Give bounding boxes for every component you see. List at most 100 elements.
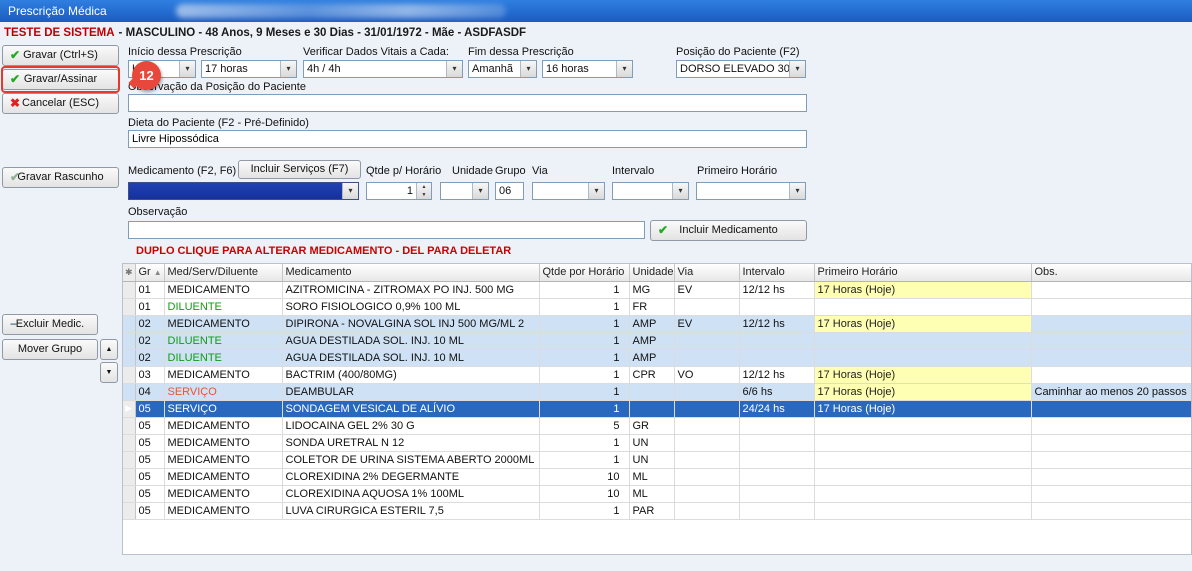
primeiro-horario-combo[interactable]: ▾	[696, 182, 806, 200]
cell-obs[interactable]	[1031, 502, 1192, 519]
cell-medicamento[interactable]: CLOREXIDINA 2% DEGERMANTE	[282, 468, 539, 485]
cell-via[interactable]: EV	[674, 315, 739, 332]
cell-unidade[interactable]	[629, 400, 674, 417]
row-indicator[interactable]: ▶	[123, 400, 135, 417]
row-indicator[interactable]	[123, 281, 135, 298]
grid-row[interactable]: 02DILUENTEAGUA DESTILADA SOL. INJ. 10 ML…	[123, 349, 1192, 366]
cell-medicamento[interactable]: DIPIRONA - NOVALGINA SOL INJ 500 MG/ML 2	[282, 315, 539, 332]
chevron-down-icon[interactable]: ▾	[616, 61, 632, 77]
cell-via[interactable]	[674, 383, 739, 400]
cell-qtde-por-horario[interactable]: 1	[539, 315, 629, 332]
cell-unidade[interactable]: AMP	[629, 349, 674, 366]
cell-intervalo[interactable]	[739, 349, 814, 366]
column-header-via[interactable]: Via	[674, 264, 739, 281]
grid-row[interactable]: 05MEDICAMENTOLIDOCAINA GEL 2% 30 G5GR	[123, 417, 1192, 434]
cell-qtde-por-horario[interactable]: 10	[539, 468, 629, 485]
cell-via[interactable]	[674, 451, 739, 468]
cell-intervalo[interactable]: 6/6 hs	[739, 383, 814, 400]
grupo-field[interactable]: 06	[495, 182, 524, 200]
cell-qtde-por-horario[interactable]: 1	[539, 332, 629, 349]
grid-row[interactable]: 02DILUENTEAGUA DESTILADA SOL. INJ. 10 ML…	[123, 332, 1192, 349]
cell-intervalo[interactable]	[739, 298, 814, 315]
cell-qtde-por-horario[interactable]: 5	[539, 417, 629, 434]
cell-unidade[interactable]: MG	[629, 281, 674, 298]
cell-tipo[interactable]: DILUENTE	[164, 298, 282, 315]
chevron-down-icon[interactable]: ▾	[672, 183, 688, 199]
cell-primeiro-horario[interactable]: 17 Horas (Hoje)	[814, 383, 1031, 400]
cell-via[interactable]	[674, 298, 739, 315]
cell-grupo[interactable]: 03	[135, 366, 164, 383]
cell-obs[interactable]	[1031, 485, 1192, 502]
cell-via[interactable]: EV	[674, 281, 739, 298]
cell-primeiro-horario[interactable]: 17 Horas (Hoje)	[814, 281, 1031, 298]
incluir-medicamento-button[interactable]: ✔ Incluir Medicamento	[650, 220, 807, 241]
cell-qtde-por-horario[interactable]: 1	[539, 349, 629, 366]
cell-grupo[interactable]: 05	[135, 502, 164, 519]
row-indicator[interactable]	[123, 468, 135, 485]
cell-unidade[interactable]: ML	[629, 485, 674, 502]
column-header-medicamento[interactable]: Medicamento	[282, 264, 539, 281]
cell-grupo[interactable]: 01	[135, 281, 164, 298]
cell-medicamento[interactable]: SONDA URETRAL N 12	[282, 434, 539, 451]
gravar-button[interactable]: ✔ Gravar (Ctrl+S)	[2, 45, 119, 66]
grid-row[interactable]: 04SERVIÇODEAMBULAR16/6 hs17 Horas (Hoje)…	[123, 383, 1192, 400]
cell-medicamento[interactable]: CLOREXIDINA AQUOSA 1% 100ML	[282, 485, 539, 502]
cell-medicamento[interactable]: LIDOCAINA GEL 2% 30 G	[282, 417, 539, 434]
chevron-down-icon[interactable]: ▾	[789, 183, 805, 199]
row-indicator[interactable]	[123, 315, 135, 332]
incluir-servicos-button[interactable]: Incluir Serviços (F7)	[238, 160, 361, 179]
grid-row[interactable]: 05MEDICAMENTOSONDA URETRAL N 121UN	[123, 434, 1192, 451]
cell-obs[interactable]	[1031, 451, 1192, 468]
cell-via[interactable]: VO	[674, 366, 739, 383]
cell-medicamento[interactable]: AGUA DESTILADA SOL. INJ. 10 ML	[282, 349, 539, 366]
cell-intervalo[interactable]	[739, 434, 814, 451]
cell-qtde-por-horario[interactable]: 1	[539, 451, 629, 468]
cell-obs[interactable]	[1031, 417, 1192, 434]
cell-obs[interactable]	[1031, 332, 1192, 349]
column-header-unidade[interactable]: Unidade	[629, 264, 674, 281]
spinner-up-icon[interactable]: ▲	[417, 183, 431, 191]
cell-medicamento[interactable]: AGUA DESTILADA SOL. INJ. 10 ML	[282, 332, 539, 349]
cell-tipo[interactable]: MEDICAMENTO	[164, 315, 282, 332]
cell-tipo[interactable]: MEDICAMENTO	[164, 434, 282, 451]
cell-grupo[interactable]: 05	[135, 485, 164, 502]
cell-grupo[interactable]: 02	[135, 332, 164, 349]
cell-tipo[interactable]: MEDICAMENTO	[164, 502, 282, 519]
cell-obs[interactable]	[1031, 366, 1192, 383]
posicao-paciente-combo[interactable]: DORSO ELEVADO 30 G ▾	[676, 60, 806, 78]
cell-tipo[interactable]: MEDICAMENTO	[164, 468, 282, 485]
cell-tipo[interactable]: MEDICAMENTO	[164, 451, 282, 468]
mover-grupo-up-button[interactable]: ▲	[100, 339, 118, 360]
cell-obs[interactable]	[1031, 400, 1192, 417]
cell-grupo[interactable]: 05	[135, 400, 164, 417]
cell-qtde-por-horario[interactable]: 1	[539, 434, 629, 451]
cell-medicamento[interactable]: SONDAGEM VESICAL DE ALÍVIO	[282, 400, 539, 417]
via-combo[interactable]: ▾	[532, 182, 605, 200]
cell-obs[interactable]: Caminhar ao menos 20 passos	[1031, 383, 1192, 400]
cell-unidade[interactable]: CPR	[629, 366, 674, 383]
cell-obs[interactable]	[1031, 434, 1192, 451]
cell-grupo[interactable]: 01	[135, 298, 164, 315]
cell-qtde-por-horario[interactable]: 1	[539, 502, 629, 519]
chevron-down-icon[interactable]: ▾	[446, 61, 462, 77]
cell-grupo[interactable]: 05	[135, 451, 164, 468]
cell-unidade[interactable]: UN	[629, 434, 674, 451]
chevron-down-icon[interactable]: ▾	[342, 183, 358, 199]
gravar-assinar-button[interactable]: ✔ Gravar/Assinar	[2, 69, 119, 90]
cell-obs[interactable]	[1031, 281, 1192, 298]
column-header-obs[interactable]: Obs.	[1031, 264, 1192, 281]
cell-qtde-por-horario[interactable]: 1	[539, 366, 629, 383]
grid-row[interactable]: 01MEDICAMENTOAZITROMICINA - ZITROMAX PO …	[123, 281, 1192, 298]
unidade-combo[interactable]: ▾	[440, 182, 489, 200]
row-indicator[interactable]	[123, 298, 135, 315]
grid-row[interactable]: ▶05SERVIÇOSONDAGEM VESICAL DE ALÍVIO124/…	[123, 400, 1192, 417]
cell-medicamento[interactable]: LUVA CIRURGICA ESTERIL 7,5	[282, 502, 539, 519]
cell-tipo[interactable]: SERVIÇO	[164, 383, 282, 400]
cell-tipo[interactable]: MEDICAMENTO	[164, 366, 282, 383]
cell-via[interactable]	[674, 434, 739, 451]
cell-intervalo[interactable]	[739, 485, 814, 502]
row-indicator[interactable]	[123, 417, 135, 434]
cell-qtde-por-horario[interactable]: 10	[539, 485, 629, 502]
cell-via[interactable]	[674, 417, 739, 434]
cell-grupo[interactable]: 04	[135, 383, 164, 400]
